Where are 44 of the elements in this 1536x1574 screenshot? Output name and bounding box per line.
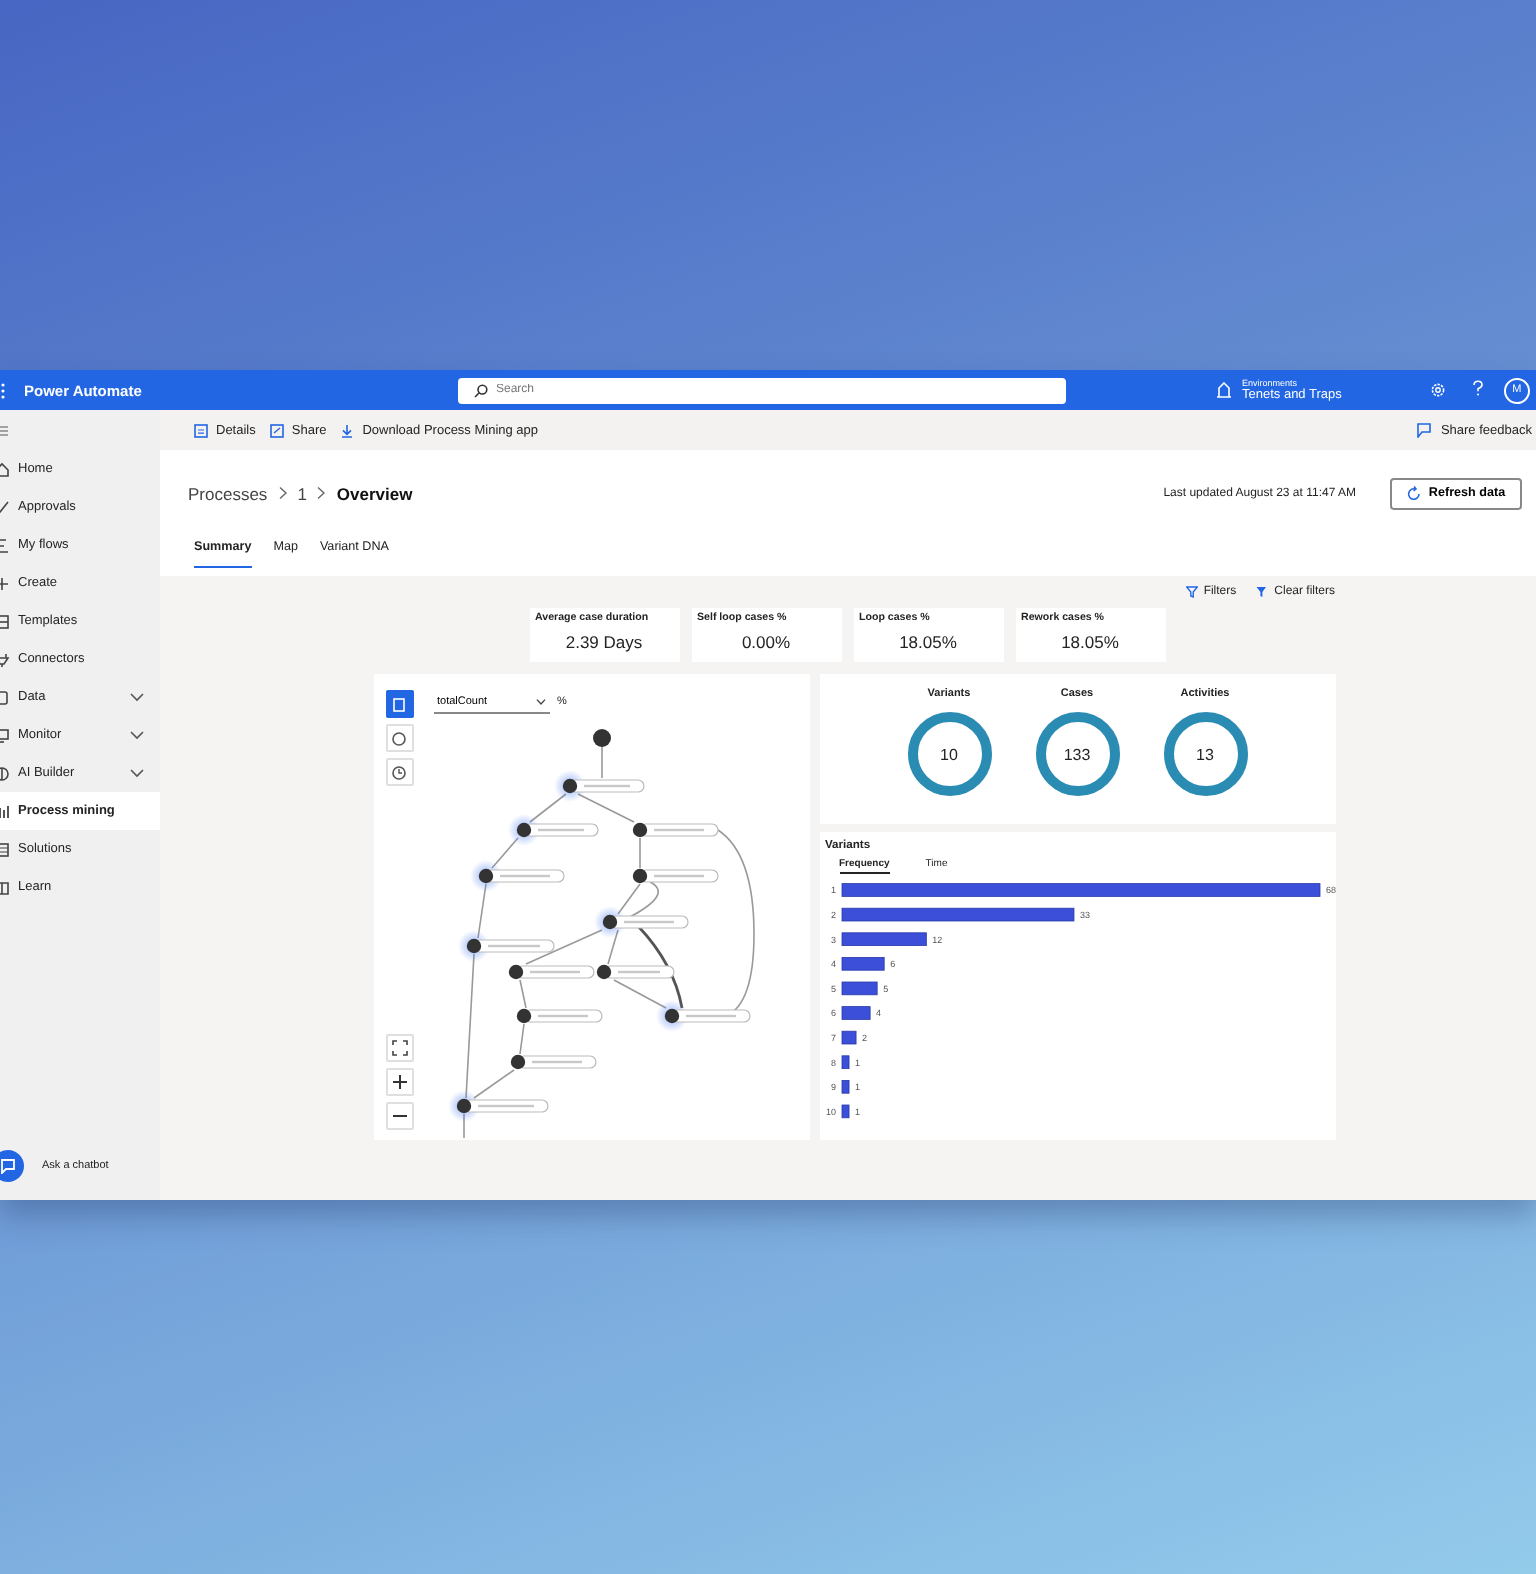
count-ring: 133 bbox=[1035, 712, 1119, 796]
plus-icon bbox=[391, 1074, 407, 1090]
chevron-down-icon[interactable] bbox=[130, 768, 144, 778]
bar bbox=[840, 1080, 849, 1094]
chevron-down-icon[interactable] bbox=[130, 730, 144, 740]
filter-icon bbox=[1185, 586, 1198, 598]
breadcrumb-item[interactable]: Processes bbox=[188, 483, 268, 503]
details-icon bbox=[194, 423, 208, 437]
chat-icon bbox=[0, 1158, 16, 1174]
chevron-down-icon[interactable] bbox=[130, 692, 144, 702]
breadcrumb-item[interactable]: 1 bbox=[297, 483, 307, 503]
metric-value: 18.05% bbox=[897, 632, 959, 652]
bar bbox=[840, 1006, 870, 1020]
metric-value: 0.00% bbox=[739, 632, 793, 652]
download-icon bbox=[340, 423, 355, 437]
bar bbox=[840, 1030, 856, 1045]
view-button[interactable] bbox=[385, 690, 413, 718]
clear-filter-icon bbox=[1256, 586, 1269, 598]
refresh-icon bbox=[1406, 485, 1423, 501]
fit-view-icon bbox=[391, 1040, 407, 1056]
count-ring: 13 bbox=[1163, 712, 1247, 796]
share-icon bbox=[269, 423, 284, 437]
breadcrumb-item: Overview bbox=[336, 483, 413, 503]
settings-icon[interactable] bbox=[1429, 382, 1446, 398]
app-launcher-icon[interactable] bbox=[0, 381, 6, 399]
chatbot-button[interactable] bbox=[0, 1150, 24, 1182]
bar bbox=[840, 1104, 849, 1119]
zoom-in-button[interactable] bbox=[385, 1068, 413, 1096]
clock-icon bbox=[390, 763, 408, 781]
metric-value: 18.05% bbox=[1059, 632, 1121, 652]
chevron-right-icon bbox=[316, 486, 327, 500]
bar bbox=[840, 957, 884, 971]
chevron-down-icon bbox=[535, 697, 545, 705]
chevron-right-icon bbox=[277, 486, 288, 500]
search-icon bbox=[474, 383, 488, 397]
bar bbox=[840, 932, 926, 946]
help-icon[interactable] bbox=[1471, 380, 1484, 396]
bar bbox=[840, 1055, 849, 1069]
count-ring: 10 bbox=[907, 712, 991, 796]
feedback-icon bbox=[1416, 422, 1433, 438]
bar bbox=[840, 981, 877, 996]
zoom-out-button[interactable] bbox=[385, 1102, 413, 1130]
metric-value: 2.39 Days bbox=[563, 632, 645, 652]
fit-view-button[interactable] bbox=[385, 1034, 413, 1062]
